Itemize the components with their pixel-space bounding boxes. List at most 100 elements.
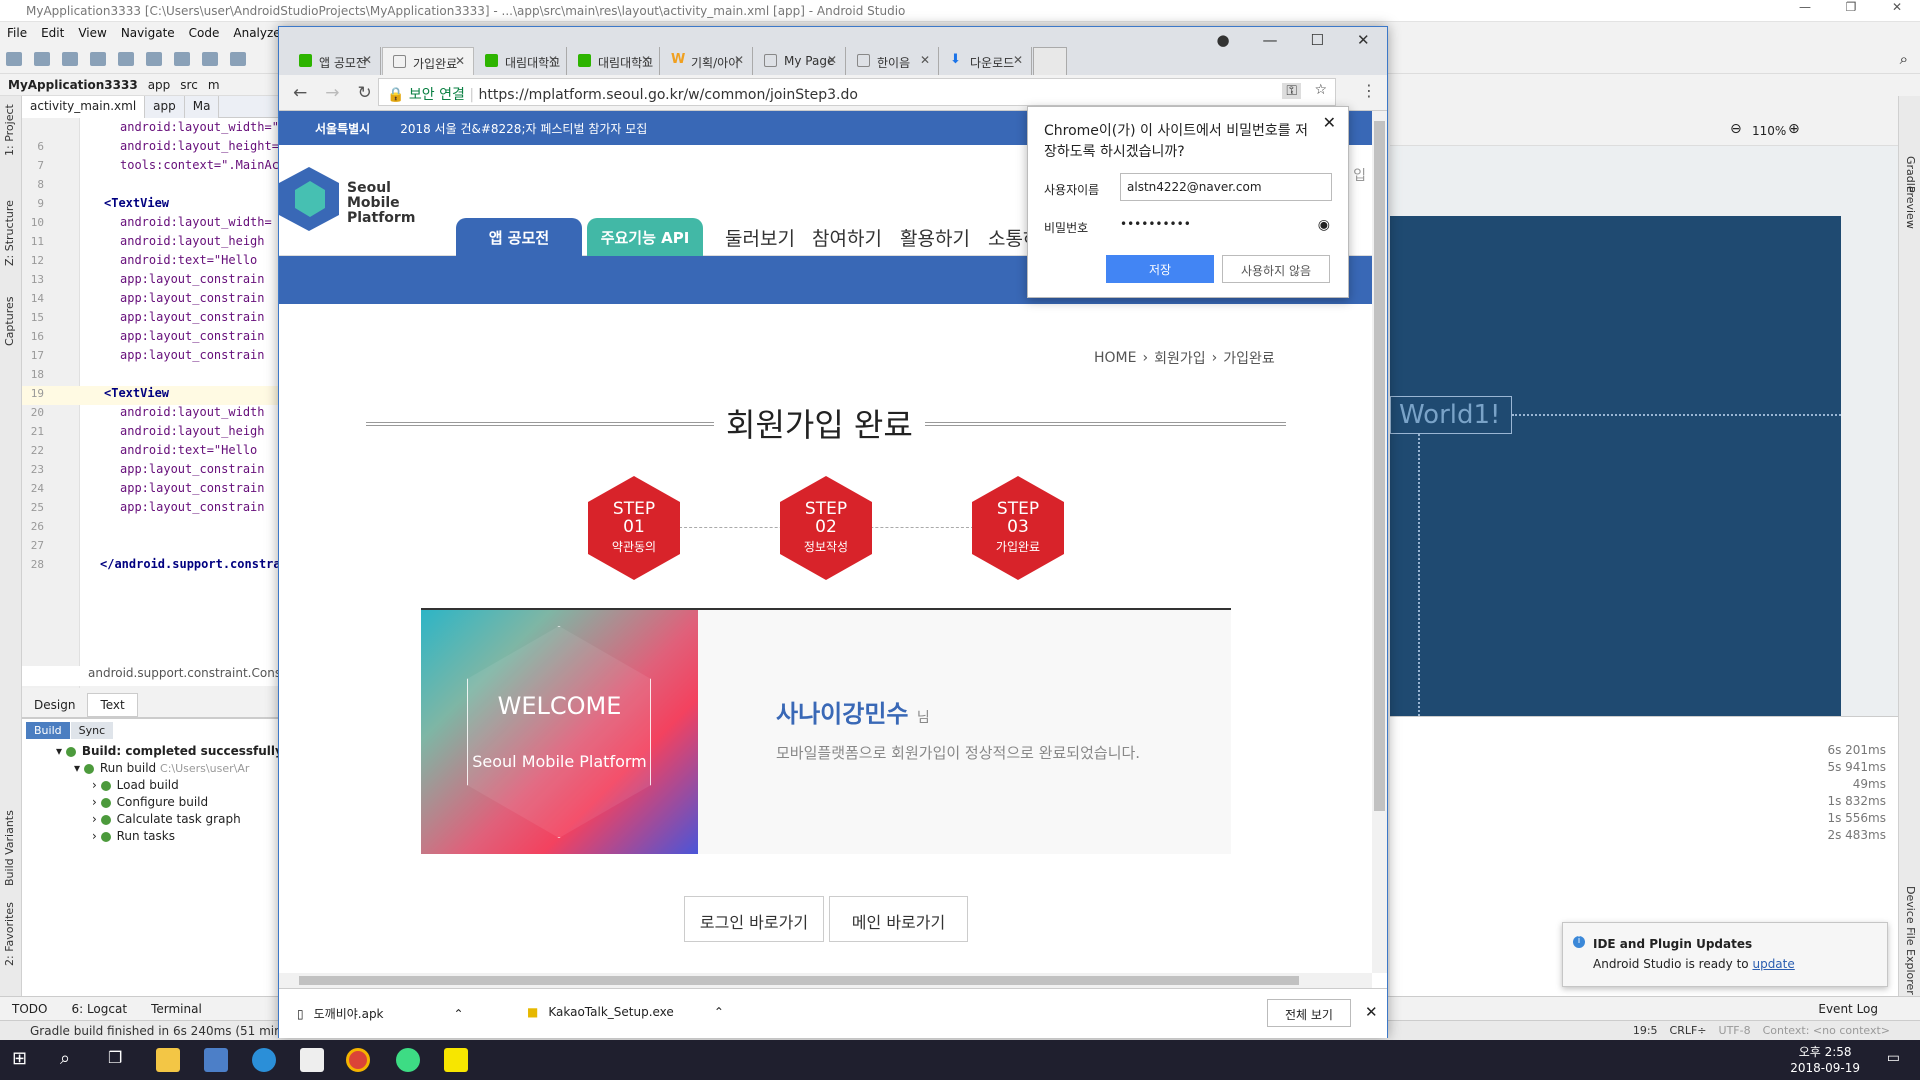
nav-use[interactable]: 활용하기: [900, 224, 970, 251]
tool-todo[interactable]: TODO: [12, 1002, 47, 1016]
city-logo[interactable]: 서울특별시: [315, 120, 370, 137]
menu-file[interactable]: File: [0, 26, 34, 40]
tool-build-variants[interactable]: Build Variants: [3, 810, 16, 886]
crumb-main[interactable]: m: [208, 78, 220, 92]
code-line[interactable]: 6 android:layout_height="m: [22, 139, 280, 158]
menu-view[interactable]: View: [71, 26, 113, 40]
tool-structure[interactable]: Z: Structure: [3, 200, 16, 266]
code-line[interactable]: 19 <TextView: [22, 386, 280, 405]
save-icon[interactable]: [34, 51, 50, 66]
browser-tab[interactable]: My Page ✕: [754, 47, 846, 75]
tool-terminal[interactable]: Terminal: [151, 1002, 202, 1016]
address-bar[interactable]: 🔒 보안 연결 | https://mplatform.seoul.go.kr/…: [378, 78, 1336, 106]
new-tab-button[interactable]: [1033, 47, 1067, 75]
eye-icon[interactable]: ◉: [1318, 217, 1330, 233]
crumb-done[interactable]: 가입완료: [1223, 348, 1275, 368]
menu-code[interactable]: Code: [182, 26, 227, 40]
encoding[interactable]: UTF-8: [1719, 1024, 1751, 1037]
tool-preview[interactable]: Preview: [1904, 186, 1917, 229]
search-icon[interactable]: ⌕: [1900, 50, 1908, 68]
menu-navigate[interactable]: Navigate: [114, 26, 182, 40]
code-line[interactable]: 7 tools:context=".MainActi: [22, 158, 280, 177]
close-bubble-icon[interactable]: ✕: [1323, 113, 1336, 132]
username-field[interactable]: alstn4222@naver.com: [1120, 173, 1332, 201]
edge-icon[interactable]: [252, 1048, 276, 1072]
tab-activity-main[interactable]: activity_main.xml: [22, 95, 146, 118]
maximize-button[interactable]: ☐: [1311, 31, 1324, 49]
refresh-icon[interactable]: [90, 51, 106, 66]
build-item[interactable]: › Configure build: [92, 795, 208, 809]
browser-tab[interactable]: 대림대학교 ✕: [475, 47, 567, 75]
android-studio-icon[interactable]: [396, 1048, 420, 1072]
paste-icon[interactable]: [230, 51, 246, 66]
sync-icon[interactable]: [62, 51, 78, 66]
browser-tab[interactable]: W 기획/아이 ✕: [661, 47, 753, 75]
tool-event-log[interactable]: Event Log: [1818, 1002, 1878, 1016]
copy-icon[interactable]: [202, 51, 218, 66]
windows-start-icon[interactable]: ⊞: [12, 1048, 36, 1072]
main-button[interactable]: 메인 바로가기: [829, 896, 968, 942]
site-logo-text[interactable]: Seoul Mobile Platform: [347, 181, 415, 226]
build-item[interactable]: › Calculate task graph: [92, 812, 241, 826]
cut-icon[interactable]: [174, 51, 190, 66]
build-item[interactable]: › Load build: [92, 778, 179, 792]
close-button[interactable]: ✕: [1874, 0, 1920, 14]
close-tab-icon[interactable]: ✕: [455, 54, 465, 68]
chevron-up-icon[interactable]: ⌃: [454, 1007, 464, 1021]
blueprint-view[interactable]: [1390, 216, 1841, 716]
login-button[interactable]: 로그인 바로가기: [684, 896, 824, 942]
back-icon[interactable]: ←: [293, 83, 307, 103]
tab-sync[interactable]: Sync: [70, 721, 114, 739]
store-icon[interactable]: [204, 1048, 228, 1072]
code-line[interactable]: 14 app:layout_constrain: [22, 291, 280, 310]
code-line[interactable]: 9 <TextView: [22, 196, 280, 215]
crumb-app[interactable]: app: [148, 78, 171, 92]
crumb-join[interactable]: 회원가입: [1154, 348, 1206, 368]
crumb-home[interactable]: HOME: [1094, 350, 1136, 366]
tab-design[interactable]: Design: [22, 694, 87, 716]
close-download-bar-icon[interactable]: ✕: [1365, 1003, 1378, 1021]
browser-tab[interactable]: ⬇ 다운로드 ✕: [940, 47, 1032, 75]
task-view-icon[interactable]: ❐: [108, 1048, 132, 1072]
update-notification[interactable]: i IDE and Plugin Updates Android Studio …: [1562, 922, 1888, 987]
close-tab-icon[interactable]: ✕: [641, 53, 651, 67]
code-line[interactable]: 18: [22, 367, 280, 386]
nav-pill-api[interactable]: 주요기능 API: [587, 218, 703, 256]
minimize-button[interactable]: —: [1263, 31, 1278, 49]
code-line[interactable]: android:layout_width="w: [22, 120, 280, 139]
menu-icon[interactable]: ⋮: [1361, 81, 1377, 100]
code-line[interactable]: 13 app:layout_constrain: [22, 272, 280, 291]
code-line[interactable]: 17 app:layout_constrain: [22, 348, 280, 367]
search-icon[interactable]: ⌕: [60, 1048, 84, 1072]
code-line[interactable]: 22 android:text="Hello: [22, 443, 280, 462]
chevron-up-icon[interactable]: ⌃: [714, 1005, 724, 1019]
tool-project[interactable]: 1: Project: [3, 104, 16, 156]
code-line[interactable]: 28 </android.support.constrain: [22, 557, 280, 576]
code-line[interactable]: 12 android:text="Hello: [22, 253, 280, 272]
crumb-project[interactable]: MyApplication3333: [8, 78, 138, 92]
save-button[interactable]: 저장: [1106, 255, 1214, 283]
download-item[interactable]: ▯ 도깨비야.apk ⌃: [297, 1005, 464, 1022]
nav-browse[interactable]: 둘러보기: [725, 224, 795, 251]
code-line[interactable]: 15 app:layout_constrain: [22, 310, 280, 329]
download-item[interactable]: ■ KakaoTalk_Setup.exe ⌃: [527, 1005, 724, 1019]
code-line[interactable]: 21 android:layout_heigh: [22, 424, 280, 443]
password-field[interactable]: ••••••••••: [1120, 217, 1191, 231]
minimize-button[interactable]: —: [1782, 0, 1828, 14]
build-item[interactable]: › Run tasks: [92, 829, 175, 843]
caret-position[interactable]: 19:5: [1633, 1024, 1658, 1037]
key-icon[interactable]: ⚿: [1282, 83, 1301, 99]
code-line[interactable]: 8: [22, 177, 280, 196]
code-line[interactable]: 23 app:layout_constrain: [22, 462, 280, 481]
context[interactable]: Context: <no context>: [1763, 1024, 1890, 1037]
menu-edit[interactable]: Edit: [34, 26, 71, 40]
reload-icon[interactable]: ↻: [358, 83, 372, 103]
vertical-scrollbar[interactable]: [1372, 111, 1387, 973]
tab-main[interactable]: Ma: [184, 95, 220, 118]
redo-icon[interactable]: [146, 51, 162, 66]
close-tab-icon[interactable]: ✕: [734, 53, 744, 67]
horizontal-scrollbar[interactable]: [279, 973, 1372, 988]
profile-icon[interactable]: ●: [1216, 31, 1229, 49]
close-tab-icon[interactable]: ✕: [1013, 53, 1023, 67]
tool-favorites[interactable]: 2: Favorites: [3, 902, 16, 966]
